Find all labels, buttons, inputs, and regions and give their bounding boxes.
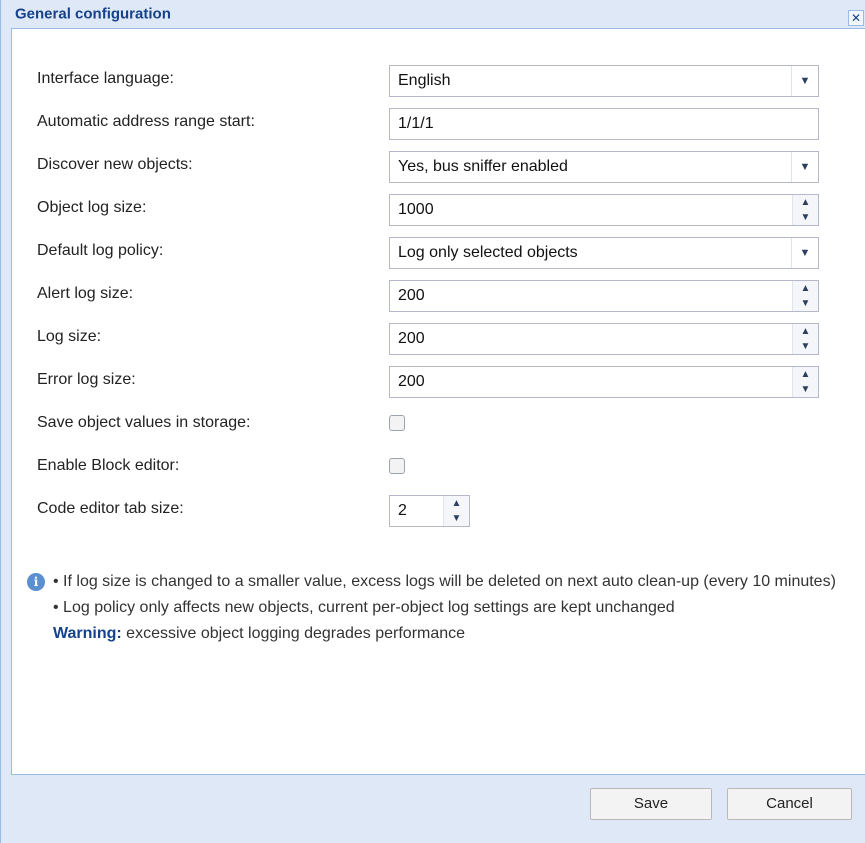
dialog-body: Interface language: English ▼ Automatic … xyxy=(11,28,865,775)
info-icon: i xyxy=(27,573,45,591)
chevron-down-icon[interactable]: ▼ xyxy=(791,238,818,268)
chevron-down-icon[interactable]: ▼ xyxy=(791,66,818,96)
alert-log-size-value: 200 xyxy=(398,287,425,304)
row-code-tab-size: Code editor tab size: 2 ▲ ▼ xyxy=(12,492,865,527)
spin-down-icon[interactable]: ▼ xyxy=(793,296,818,311)
object-log-size-value: 1000 xyxy=(398,201,434,218)
interface-language-label: Interface language: xyxy=(37,70,174,87)
spinner-buttons: ▲ ▼ xyxy=(443,496,469,526)
error-log-size-label: Error log size: xyxy=(37,371,136,388)
alert-log-size-spinner[interactable]: 200 ▲ ▼ xyxy=(389,280,819,312)
info-line-2: • Log policy only affects new objects, c… xyxy=(53,599,675,616)
row-save-object-values: Save object values in storage: xyxy=(12,406,865,440)
code-tab-size-label: Code editor tab size: xyxy=(37,500,184,517)
close-icon[interactable]: ✕ xyxy=(848,10,864,26)
info-line-1: • If log size is changed to a smaller va… xyxy=(53,573,836,590)
dialog-footer: Save Cancel xyxy=(11,775,865,843)
address-range-input[interactable]: 1/1/1 xyxy=(389,108,819,140)
cancel-button[interactable]: Cancel xyxy=(727,788,852,820)
spinner-buttons: ▲ ▼ xyxy=(792,324,818,354)
spin-down-icon[interactable]: ▼ xyxy=(444,511,469,526)
object-log-size-spinner[interactable]: 1000 ▲ ▼ xyxy=(389,194,819,226)
discover-objects-value: Yes, bus sniffer enabled xyxy=(398,158,568,175)
spin-down-icon[interactable]: ▼ xyxy=(793,382,818,397)
spin-down-icon[interactable]: ▼ xyxy=(793,339,818,354)
save-object-values-label: Save object values in storage: xyxy=(37,414,251,431)
spin-up-icon[interactable]: ▲ xyxy=(793,281,818,296)
address-range-value: 1/1/1 xyxy=(398,115,434,132)
default-log-policy-select[interactable]: Log only selected objects ▼ xyxy=(389,237,819,269)
info-notes: i • If log size is changed to a smaller … xyxy=(27,569,857,647)
save-button[interactable]: Save xyxy=(590,788,712,820)
row-interface-language: Interface language: English ▼ xyxy=(12,62,865,97)
alert-log-size-label: Alert log size: xyxy=(37,285,134,302)
spinner-buttons: ▲ ▼ xyxy=(792,195,818,225)
spinner-buttons: ▲ ▼ xyxy=(792,367,818,397)
warning-text: excessive object logging degrades perfor… xyxy=(121,625,466,642)
row-error-log-size: Error log size: 200 ▲ ▼ xyxy=(12,363,865,398)
code-tab-size-value: 2 xyxy=(398,502,407,519)
row-object-log-size: Object log size: 1000 ▲ ▼ xyxy=(12,191,865,226)
log-size-label: Log size: xyxy=(37,328,102,345)
chevron-down-icon[interactable]: ▼ xyxy=(791,152,818,182)
error-log-size-value: 200 xyxy=(398,373,425,390)
info-text: • If log size is changed to a smaller va… xyxy=(53,569,857,647)
interface-language-select[interactable]: English ▼ xyxy=(389,65,819,97)
spin-up-icon[interactable]: ▲ xyxy=(793,324,818,339)
log-size-spinner[interactable]: 200 ▲ ▼ xyxy=(389,323,819,355)
warning-label: Warning: xyxy=(53,625,122,642)
default-log-policy-value: Log only selected objects xyxy=(398,244,578,261)
spin-down-icon[interactable]: ▼ xyxy=(793,210,818,225)
row-log-size: Log size: 200 ▲ ▼ xyxy=(12,320,865,355)
enable-block-editor-label: Enable Block editor: xyxy=(37,457,180,474)
error-log-size-spinner[interactable]: 200 ▲ ▼ xyxy=(389,366,819,398)
general-configuration-dialog: General configuration ✕ Interface langua… xyxy=(0,0,865,843)
spinner-buttons: ▲ ▼ xyxy=(792,281,818,311)
row-default-log-policy: Default log policy: Log only selected ob… xyxy=(12,234,865,269)
discover-objects-label: Discover new objects: xyxy=(37,156,193,173)
enable-block-editor-checkbox[interactable] xyxy=(389,458,405,474)
default-log-policy-label: Default log policy: xyxy=(37,242,164,259)
address-range-label: Automatic address range start: xyxy=(37,113,255,130)
row-alert-log-size: Alert log size: 200 ▲ ▼ xyxy=(12,277,865,312)
spin-up-icon[interactable]: ▲ xyxy=(793,195,818,210)
dialog-title: General configuration xyxy=(15,5,171,23)
spin-up-icon[interactable]: ▲ xyxy=(793,367,818,382)
warning-line: Warning: excessive object logging degrad… xyxy=(53,621,857,647)
row-enable-block-editor: Enable Block editor: xyxy=(12,449,865,483)
row-discover-objects: Discover new objects: Yes, bus sniffer e… xyxy=(12,148,865,183)
interface-language-value: English xyxy=(398,72,451,89)
row-address-range: Automatic address range start: 1/1/1 xyxy=(12,105,865,140)
save-object-values-checkbox[interactable] xyxy=(389,415,405,431)
code-tab-size-spinner[interactable]: 2 ▲ ▼ xyxy=(389,495,470,527)
spin-up-icon[interactable]: ▲ xyxy=(444,496,469,511)
dialog-titlebar[interactable]: General configuration ✕ xyxy=(1,0,865,28)
discover-objects-select[interactable]: Yes, bus sniffer enabled ▼ xyxy=(389,151,819,183)
log-size-value: 200 xyxy=(398,330,425,347)
object-log-size-label: Object log size: xyxy=(37,199,147,216)
